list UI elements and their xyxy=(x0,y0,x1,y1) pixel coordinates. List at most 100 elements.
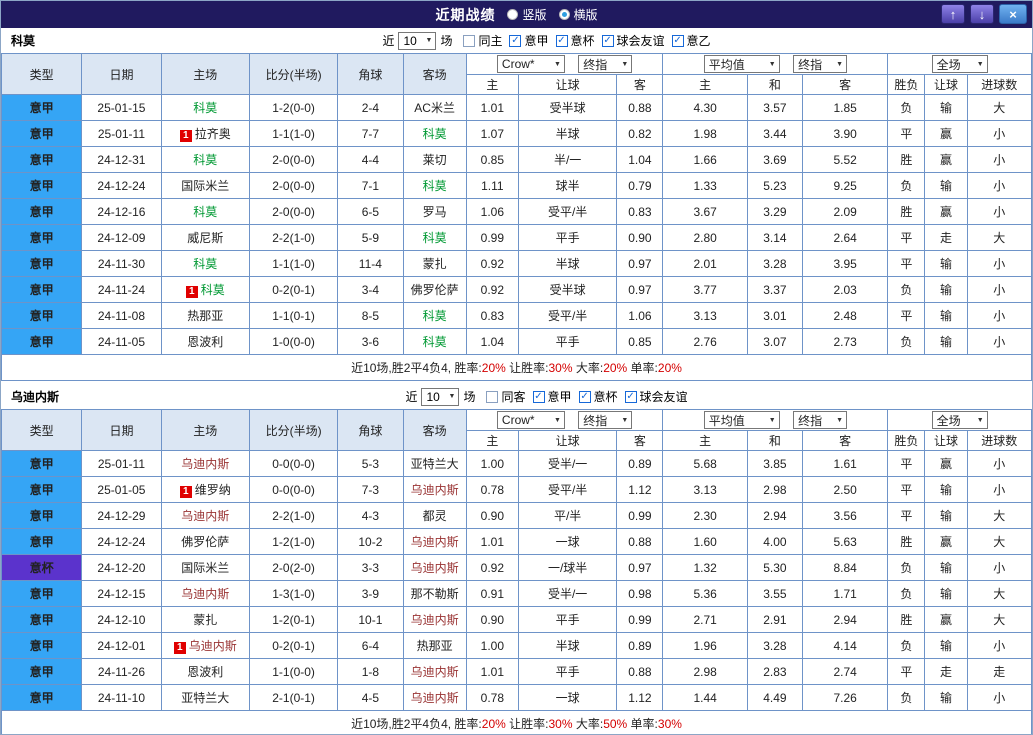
final-index-select[interactable]: 终指 ▼ xyxy=(578,411,633,429)
team-link[interactable]: 莱切 xyxy=(423,153,447,167)
result-cell: 平 xyxy=(887,658,926,685)
radio-button-icon[interactable] xyxy=(507,9,519,20)
league-filter[interactable]: ✓ 球会友谊 xyxy=(624,388,688,405)
scroll-up-button[interactable]: ↑ xyxy=(941,4,965,24)
corners-cell: 1-8 xyxy=(337,658,404,685)
checkbox-icon[interactable] xyxy=(486,390,499,403)
team-link[interactable]: 科莫 xyxy=(423,309,447,323)
league-filter[interactable]: ✓ 意甲 xyxy=(532,388,572,405)
team-link[interactable]: 亚特兰大 xyxy=(181,691,229,705)
team-link[interactable]: 威尼斯 xyxy=(187,231,223,245)
league-filter[interactable]: ✓ 意乙 xyxy=(671,32,711,49)
result-cell: 胜 xyxy=(887,528,926,555)
team-link[interactable]: 亚特兰大 xyxy=(411,457,459,471)
average-select[interactable]: 平均值 ▼ xyxy=(703,411,780,429)
team-link[interactable]: 乌迪内斯 xyxy=(181,587,229,601)
team-link[interactable]: 蒙扎 xyxy=(193,613,217,627)
match-count-select[interactable]: 10 ▼ xyxy=(398,31,437,50)
checkbox-icon[interactable]: ✓ xyxy=(624,390,637,403)
team-link[interactable]: 国际米兰 xyxy=(181,179,229,193)
team-link[interactable]: 蒙扎 xyxy=(423,257,447,271)
fulltime-select[interactable]: 全场 ▼ xyxy=(931,55,988,73)
checkbox-icon[interactable] xyxy=(463,34,476,47)
team-link[interactable]: 那不勒斯 xyxy=(411,587,459,601)
team-link[interactable]: 乌迪内斯 xyxy=(189,639,237,653)
checkbox-icon[interactable]: ✓ xyxy=(532,390,545,403)
team-link[interactable]: 乌迪内斯 xyxy=(411,613,459,627)
league-filter[interactable]: ✓ 意杯 xyxy=(555,32,595,49)
team-link[interactable]: 罗马 xyxy=(423,205,447,219)
team-link[interactable]: 科莫 xyxy=(201,283,225,297)
team-link[interactable]: 乌迪内斯 xyxy=(411,483,459,497)
sub-header-handicap-result: 让球 xyxy=(924,74,968,95)
checkbox-icon[interactable]: ✓ xyxy=(671,34,684,47)
team-link[interactable]: AC米兰 xyxy=(414,101,455,115)
team-link[interactable]: 恩波利 xyxy=(187,335,223,349)
odds-cell: 0.99 xyxy=(616,502,664,529)
summary-text: 大率: xyxy=(572,361,604,375)
team-link[interactable]: 佛罗伦萨 xyxy=(181,535,229,549)
team-link[interactable]: 科莫 xyxy=(423,127,447,141)
date-cell: 24-12-01 xyxy=(81,632,162,659)
view-option[interactable]: 竖版 xyxy=(507,6,547,23)
result-cell: 小 xyxy=(966,172,1032,199)
team-link[interactable]: 热那亚 xyxy=(187,309,223,323)
team-link[interactable]: 乌迪内斯 xyxy=(181,457,229,471)
checkbox-icon[interactable]: ✓ xyxy=(555,34,568,47)
radio-button-icon[interactable] xyxy=(558,9,570,20)
team-link[interactable]: 乌迪内斯 xyxy=(411,561,459,575)
odds-cell: 0.85 xyxy=(465,146,519,173)
match-row: 意甲 24-12-24 佛罗伦萨 1-2(1-0) 10-2 乌迪内斯 1.01 一球 0.88… xyxy=(1,528,1032,555)
view-option[interactable]: 横版 xyxy=(558,6,598,23)
odds-cell: 0.88 xyxy=(616,658,664,685)
team-link[interactable]: 乌迪内斯 xyxy=(181,509,229,523)
view-mode-radios: 竖版 横版 xyxy=(507,6,598,23)
league-filter[interactable]: ✓ 意甲 xyxy=(509,32,549,49)
league-filter[interactable]: 同客 xyxy=(486,388,526,405)
recent-label: 近 xyxy=(382,34,395,48)
team-link[interactable]: 都灵 xyxy=(423,509,447,523)
final-index-select[interactable]: 终指 ▼ xyxy=(578,55,633,73)
team-link[interactable]: 乌迪内斯 xyxy=(411,665,459,679)
team-link[interactable]: 科莫 xyxy=(423,179,447,193)
league-filter[interactable]: ✓ 意杯 xyxy=(578,388,618,405)
team-link[interactable]: 维罗纳 xyxy=(195,483,231,497)
team-link[interactable]: 科莫 xyxy=(423,335,447,349)
team-link[interactable]: 科莫 xyxy=(193,205,217,219)
odds-cell: 3.56 xyxy=(801,502,889,529)
team-link[interactable]: 科莫 xyxy=(193,101,217,115)
team-link[interactable]: 乌迪内斯 xyxy=(411,535,459,549)
odds-cell: 2.50 xyxy=(801,476,889,503)
team-link[interactable]: 恩波利 xyxy=(187,665,223,679)
result-cell: 小 xyxy=(966,120,1032,147)
team-link[interactable]: 拉齐奥 xyxy=(195,127,231,141)
odds-cell: 3.57 xyxy=(746,94,803,121)
chevron-down-icon: ▼ xyxy=(976,416,984,424)
average-select[interactable]: 平均值 ▼ xyxy=(703,55,780,73)
match-count-select[interactable]: 10 ▼ xyxy=(421,387,460,406)
checkbox-icon[interactable]: ✓ xyxy=(509,34,522,47)
score-cell: 1-1(1-0) xyxy=(248,250,339,277)
team-link[interactable]: 乌迪内斯 xyxy=(411,691,459,705)
close-button[interactable]: × xyxy=(999,4,1027,24)
team-link[interactable]: 佛罗伦萨 xyxy=(411,283,459,297)
team-link[interactable]: 科莫 xyxy=(423,231,447,245)
team-link[interactable]: 国际米兰 xyxy=(181,561,229,575)
final-index-select[interactable]: 终指 ▼ xyxy=(793,55,848,73)
league-filter[interactable]: ✓ 球会友谊 xyxy=(601,32,665,49)
checkbox-icon[interactable]: ✓ xyxy=(578,390,591,403)
odds-cell: 3.67 xyxy=(662,198,748,225)
team-link[interactable]: 科莫 xyxy=(193,257,217,271)
fulltime-select[interactable]: 全场 ▼ xyxy=(931,411,988,429)
home-team-cell: 国际米兰 xyxy=(160,172,250,199)
checkbox-icon[interactable]: ✓ xyxy=(601,34,614,47)
score-cell: 2-0(0-0) xyxy=(248,172,339,199)
team-link[interactable]: 科莫 xyxy=(193,153,217,167)
result-cell: 平 xyxy=(887,450,926,477)
league-filter[interactable]: 同主 xyxy=(463,32,502,49)
bookmaker-select[interactable]: Crow* ▼ xyxy=(496,55,565,73)
team-link[interactable]: 热那亚 xyxy=(417,639,453,653)
scroll-down-button[interactable]: ↓ xyxy=(970,4,994,24)
final-index-select[interactable]: 终指 ▼ xyxy=(793,411,848,429)
bookmaker-select[interactable]: Crow* ▼ xyxy=(496,411,565,429)
